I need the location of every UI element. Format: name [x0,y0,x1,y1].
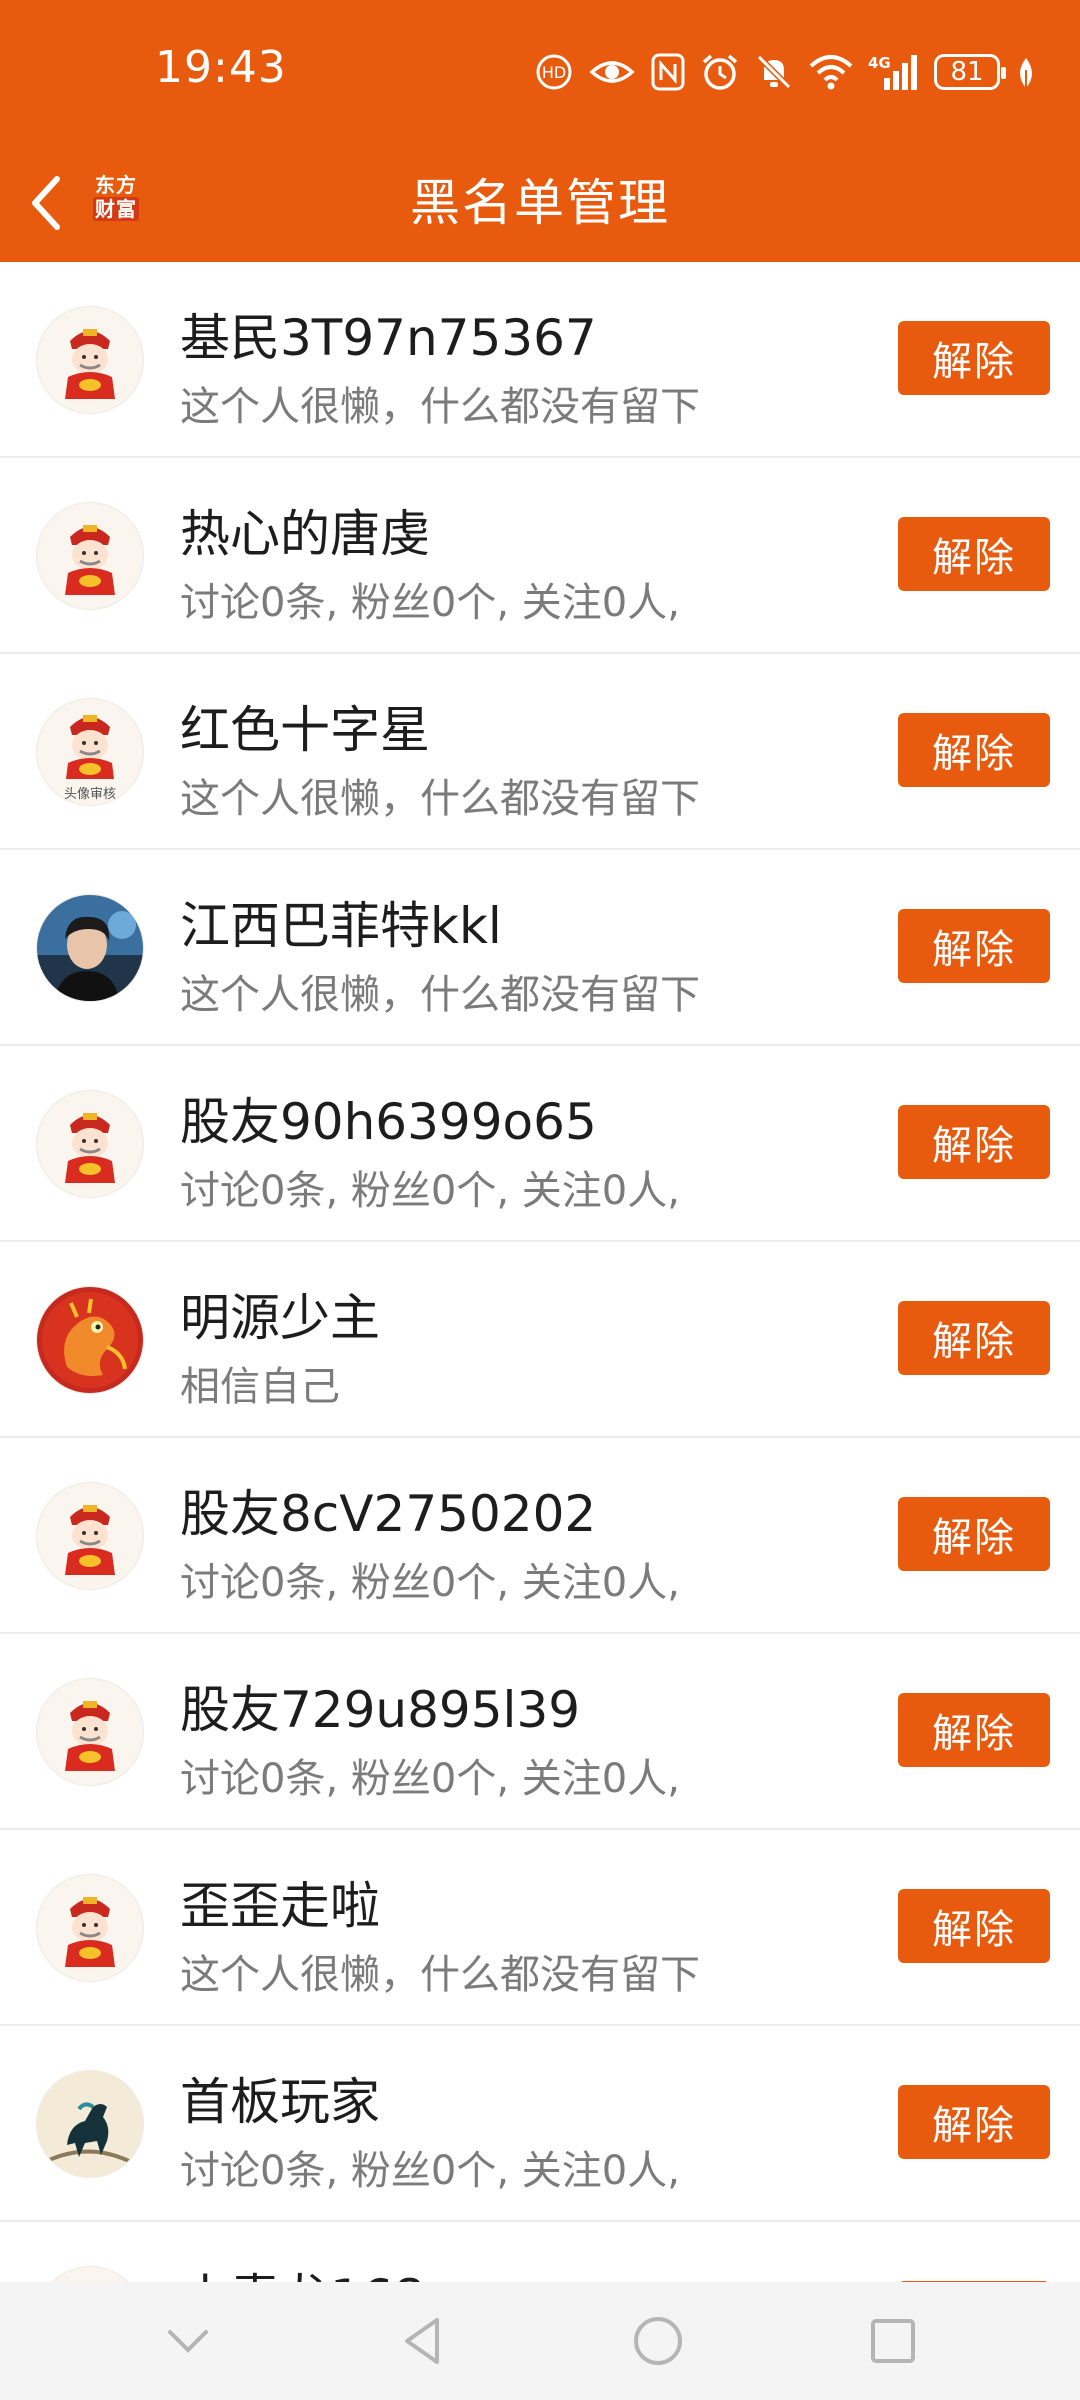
user-description: 这个人很懒，什么都没有留下 [180,1952,700,1998]
system-navigation-bar [0,2282,1080,2400]
user-description: 讨论0条, 粉丝0个, 关注0人, [180,1560,680,1606]
alarm-icon [702,54,738,90]
user-name[interactable]: 基民3T97n75367 [180,298,597,370]
leaf-icon [1020,58,1032,88]
user-description: 这个人很懒，什么都没有留下 [180,972,700,1018]
user-name[interactable]: 首板玩家 [180,2062,380,2134]
svg-text:4G: 4G [868,54,891,72]
dragon-avatar[interactable] [36,1286,144,1394]
list-item: 热心的唐虔 讨论0条, 粉丝0个, 关注0人, 解除 [0,458,1080,654]
list-item: 首板玩家 讨论0条, 粉丝0个, 关注0人, 解除 [0,2026,1080,2222]
user-description: 讨论0条, 粉丝0个, 关注0人, [180,580,680,626]
battery-icon: 81 [934,54,1006,90]
list-item: 股友729u895l39 讨论0条, 粉丝0个, 关注0人, 解除 [0,1634,1080,1830]
remove-button[interactable]: 解除 [898,2085,1050,2159]
user-name[interactable]: 明源少主 [180,1278,380,1350]
recents-square-icon[interactable] [863,2311,923,2371]
user-name[interactable]: 热心的唐虔 [180,494,430,566]
battery-level: 81 [950,57,984,87]
back-triangle-icon[interactable] [393,2311,453,2371]
remove-button[interactable]: 解除 [898,1889,1050,1963]
list-item: 头像审核 红色十字星 这个人很懒，什么都没有留下 解除 [0,654,1080,850]
mute-icon [756,54,792,90]
svg-text:HD: HD [542,63,566,82]
blacklist: 基民3T97n75367 这个人很懒，什么都没有留下 解除 热心的唐虔 讨论0条… [0,262,1080,2282]
user-name[interactable]: 江西巴菲特kkl [180,886,502,958]
remove-button[interactable]: 解除 [898,321,1050,395]
default-avatar[interactable] [36,1874,144,1982]
list-item: 江西巴菲特kkl 这个人很懒，什么都没有留下 解除 [0,850,1080,1046]
nav-bar: 东方 财富 黑名单管理 [0,145,1080,262]
page-title: 黑名单管理 [410,174,670,232]
user-name[interactable]: 股友729u895l39 [180,1670,580,1742]
user-name[interactable]: 红色十字星 [180,690,430,762]
remove-button[interactable]: 解除 [898,517,1050,591]
default-avatar[interactable] [36,502,144,610]
signal-icon: 4G [868,54,917,90]
status-bar: 19:43 HD 4G 81 [0,0,1080,145]
wifi-icon [809,55,853,90]
user-description: 讨论0条, 粉丝0个, 关注0人, [180,1756,680,1802]
default-avatar[interactable] [36,1678,144,1786]
remove-button[interactable]: 解除 [898,713,1050,787]
list-item: 基民3T97n75367 这个人很懒，什么都没有留下 解除 [0,262,1080,458]
user-description: 这个人很懒，什么都没有留下 [180,776,700,822]
app-header: 19:43 HD 4G 81 东方 财富 黑名单管理 [0,0,1080,262]
status-icons: HD 4G 81 [534,50,1038,94]
user-description: 讨论0条, 粉丝0个, 关注0人, [180,1168,680,1214]
photo-avatar[interactable] [36,894,144,1002]
collapse-chevron-icon[interactable] [158,2311,218,2371]
default-avatar[interactable] [36,1482,144,1590]
remove-button[interactable]: 解除 [898,909,1050,983]
user-name[interactable]: 股友8cV2750202 [180,1474,596,1546]
user-name[interactable]: 股友90h6399o65 [180,1082,597,1154]
home-circle-icon[interactable] [628,2311,688,2371]
status-time: 19:43 [155,42,287,93]
remove-button[interactable]: 解除 [898,1105,1050,1179]
list-item: 股友90h6399o65 讨论0条, 粉丝0个, 关注0人, 解除 [0,1046,1080,1242]
remove-button[interactable]: 解除 [898,1301,1050,1375]
list-item: 明源少主 相信自己 解除 [0,1242,1080,1438]
nfc-icon [651,53,685,91]
user-name[interactable]: 歪歪走啦 [180,1866,380,1938]
user-description: 相信自己 [180,1364,340,1410]
user-description: 这个人很懒，什么都没有留下 [180,384,700,430]
hd-call-icon: HD [536,54,572,90]
remove-button[interactable]: 解除 [898,1497,1050,1571]
avatar-pending-caption: 头像审核 [63,787,116,802]
default-avatar[interactable] [36,1090,144,1198]
horse-avatar[interactable] [36,2070,144,2178]
list-item: 股友8cV2750202 讨论0条, 粉丝0个, 关注0人, 解除 [0,1438,1080,1634]
default-avatar[interactable] [36,2266,144,2282]
remove-button[interactable]: 解除 [898,1693,1050,1767]
default-avatar[interactable] [36,306,144,414]
eye-icon [589,61,635,83]
list-item: 歪歪走啦 这个人很懒，什么都没有留下 解除 [0,1830,1080,2026]
default-avatar-pending[interactable]: 头像审核 [36,698,144,806]
list-item: 小青龙168 解除 [0,2222,1080,2282]
user-name[interactable]: 小青龙168 [180,2258,425,2282]
user-description: 讨论0条, 粉丝0个, 关注0人, [180,2148,680,2194]
